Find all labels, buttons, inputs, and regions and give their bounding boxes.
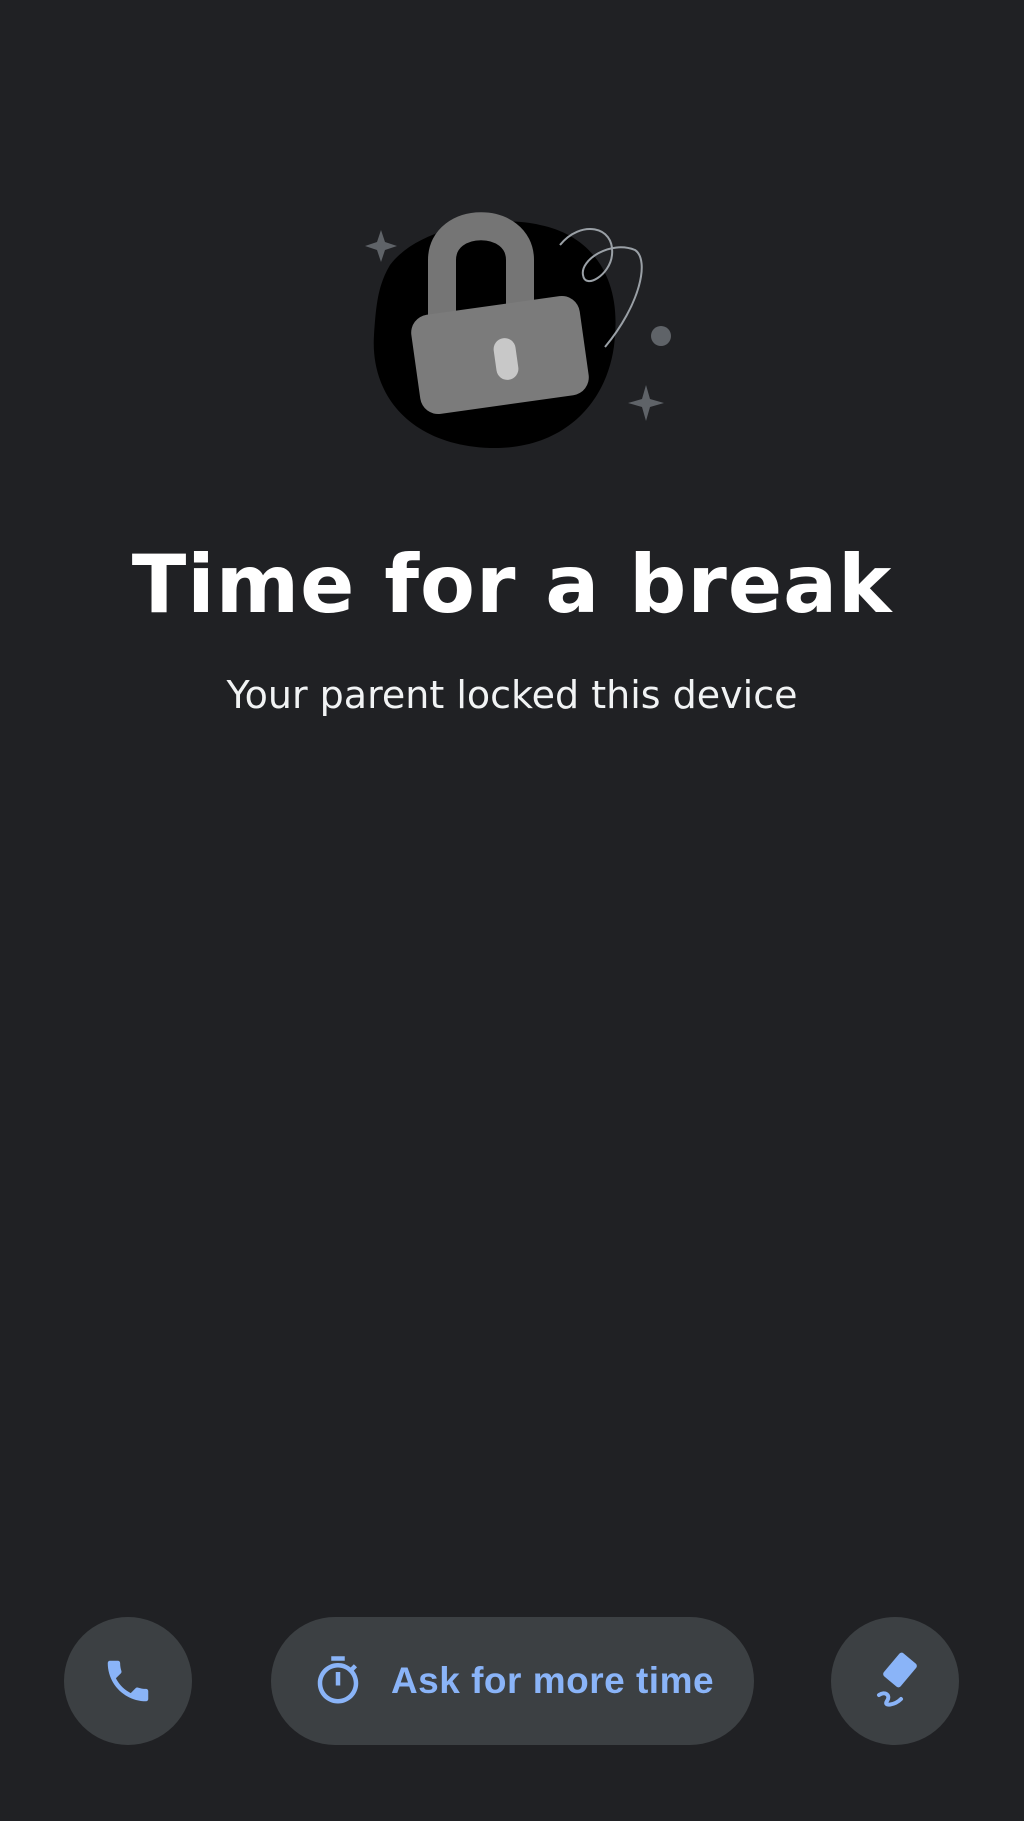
ask-for-more-time-label: Ask for more time: [390, 1660, 715, 1701]
page-title: Time for a break: [131, 538, 893, 631]
padlock-icon: [365, 212, 671, 449]
marker-draw-icon: [865, 1651, 925, 1711]
ask-for-more-time-button[interactable]: Ask for more time: [271, 1617, 754, 1745]
phone-icon: [101, 1654, 155, 1708]
draw-button[interactable]: [831, 1617, 959, 1745]
lock-illustration: [350, 205, 690, 475]
action-bar: Ask for more time: [0, 1617, 1024, 1745]
page-subtitle: Your parent locked this device: [226, 673, 798, 717]
call-button[interactable]: [64, 1617, 192, 1745]
stopwatch-icon: [311, 1654, 365, 1708]
